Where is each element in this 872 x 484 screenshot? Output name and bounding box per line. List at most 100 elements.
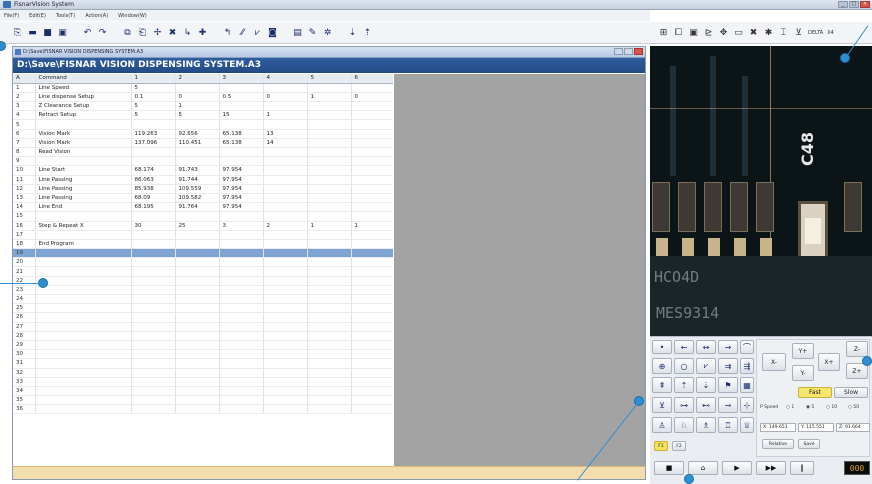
param-cell[interactable] xyxy=(351,377,393,387)
row-number[interactable]: 16 xyxy=(13,221,36,231)
line-icon[interactable]: ⁄⁄ xyxy=(237,27,248,38)
param-cell[interactable]: 13 xyxy=(263,129,308,139)
command-cell[interactable]: Retract Setup xyxy=(35,110,132,121)
param-cell[interactable] xyxy=(263,83,308,93)
param-cell[interactable] xyxy=(131,239,176,250)
table-row[interactable]: 19 xyxy=(13,248,393,259)
param-cell[interactable] xyxy=(131,303,176,314)
table-row[interactable]: 5 xyxy=(13,119,393,130)
param-cell[interactable] xyxy=(307,358,352,369)
param-cell[interactable]: 68.174 xyxy=(131,165,176,176)
x-coordinate-field[interactable]: X: 149.651 xyxy=(760,423,796,432)
param-cell[interactable] xyxy=(131,349,176,360)
param-cell[interactable] xyxy=(175,285,220,296)
param-cell[interactable] xyxy=(307,119,352,130)
param-cell[interactable] xyxy=(351,386,393,397)
f2-button[interactable]: F2 xyxy=(672,441,686,451)
command-cell[interactable] xyxy=(35,377,132,387)
param-cell[interactable] xyxy=(219,101,264,112)
param-cell[interactable] xyxy=(131,248,176,259)
param-cell[interactable] xyxy=(131,331,176,341)
command-cell[interactable] xyxy=(35,322,132,332)
param-cell[interactable]: 15 xyxy=(219,110,264,121)
param-cell[interactable] xyxy=(307,156,352,167)
command-cell[interactable] xyxy=(35,340,132,351)
row-number[interactable]: 12 xyxy=(13,184,36,194)
table-row[interactable]: 11 Line Passing 86.063 91.744 97.954 xyxy=(13,175,393,185)
speed-option-50[interactable]: ○ 50 xyxy=(848,405,859,410)
param-cell[interactable] xyxy=(219,377,264,387)
command-cell[interactable]: Line End xyxy=(35,202,132,213)
row-number[interactable]: 25 xyxy=(13,303,36,314)
param-cell[interactable] xyxy=(307,368,352,378)
row-number[interactable]: 35 xyxy=(13,395,36,406)
param-cell[interactable] xyxy=(351,193,393,204)
param-cell[interactable]: 5 xyxy=(131,110,176,121)
menu-window[interactable]: Window(W) xyxy=(118,13,147,19)
param-cell[interactable] xyxy=(351,404,393,415)
param-cell[interactable] xyxy=(351,257,393,268)
param-cell[interactable] xyxy=(263,294,308,305)
step-in-icon[interactable]: ⇣ xyxy=(347,27,358,38)
run-icon[interactable]: ▶ xyxy=(722,461,752,475)
param-cell[interactable] xyxy=(175,230,220,240)
table-row[interactable]: 34 xyxy=(13,386,393,397)
param-cell[interactable] xyxy=(131,294,176,305)
param-cell[interactable] xyxy=(307,211,352,222)
flag-icon[interactable]: ⚑ xyxy=(718,377,738,393)
param-cell[interactable]: 30 xyxy=(131,221,176,231)
param-cell[interactable] xyxy=(131,377,176,387)
param-cell[interactable] xyxy=(307,404,352,415)
y-coordinate-field[interactable]: Y: 115.551 xyxy=(798,423,834,432)
table-row[interactable]: 25 xyxy=(13,303,393,314)
param-cell[interactable] xyxy=(175,386,220,397)
param-cell[interactable] xyxy=(351,119,393,130)
arrow-right-icon[interactable]: → xyxy=(718,340,738,354)
table-row[interactable]: 16 Step & Repeat X 30 25 3 2 1 1 xyxy=(13,221,393,231)
table-row[interactable]: 1 Line Speed 5 xyxy=(13,83,393,93)
command-cell[interactable]: End Program xyxy=(35,239,132,250)
move-icon[interactable]: ✥ xyxy=(718,27,729,38)
table-row[interactable]: 32 xyxy=(13,368,393,378)
home-icon[interactable]: ⌂ xyxy=(688,461,718,475)
param-cell[interactable] xyxy=(175,266,220,277)
command-cell[interactable] xyxy=(35,312,132,323)
row-number[interactable]: 17 xyxy=(13,230,36,240)
command-cell[interactable]: Line Passing xyxy=(35,184,132,194)
param-cell[interactable]: 91.743 xyxy=(175,165,220,176)
param-cell[interactable] xyxy=(263,175,308,185)
crosshair-icon[interactable]: ⊞ xyxy=(658,27,669,38)
command-cell[interactable] xyxy=(35,386,132,397)
param-cell[interactable]: 5 xyxy=(175,110,220,121)
param-cell[interactable] xyxy=(219,156,264,167)
param-cell[interactable] xyxy=(131,386,176,397)
table-row[interactable]: 30 xyxy=(13,349,393,360)
param-cell[interactable] xyxy=(351,331,393,341)
param-cell[interactable]: 0 xyxy=(351,92,393,103)
row-number[interactable]: 4 xyxy=(13,110,36,121)
command-cell[interactable] xyxy=(35,156,132,167)
command-cell[interactable] xyxy=(35,266,132,277)
arc-path-icon[interactable]: ⌒ xyxy=(740,340,754,354)
io-1-icon[interactable]: ⊶ xyxy=(674,397,694,413)
table-row[interactable]: 7 Vision Mark 137.096 110.451 65.138 14 xyxy=(13,138,393,149)
param-cell[interactable] xyxy=(263,322,308,332)
param-cell[interactable] xyxy=(307,101,352,112)
command-cell[interactable] xyxy=(35,211,132,222)
param-cell[interactable] xyxy=(219,211,264,222)
stop-icon[interactable]: ■ xyxy=(654,461,684,475)
tool-4-icon[interactable]: ♖ xyxy=(718,417,738,433)
command-cell[interactable] xyxy=(35,303,132,314)
camera-view[interactable]: C48 HCO4D MES9314 xyxy=(650,46,872,336)
param-cell[interactable] xyxy=(263,285,308,296)
param-cell[interactable] xyxy=(351,395,393,406)
pause-icon[interactable]: ‖ xyxy=(790,461,814,475)
param-cell[interactable] xyxy=(175,248,220,259)
plus-icon[interactable]: ✚ xyxy=(197,27,208,38)
param-cell[interactable]: 85.938 xyxy=(131,184,176,194)
param-cell[interactable] xyxy=(307,331,352,341)
close-button[interactable]: × xyxy=(860,1,870,8)
window-icon[interactable]: ⧠ xyxy=(673,27,684,38)
undo-icon[interactable]: ↶ xyxy=(82,27,93,38)
param-cell[interactable] xyxy=(219,119,264,130)
